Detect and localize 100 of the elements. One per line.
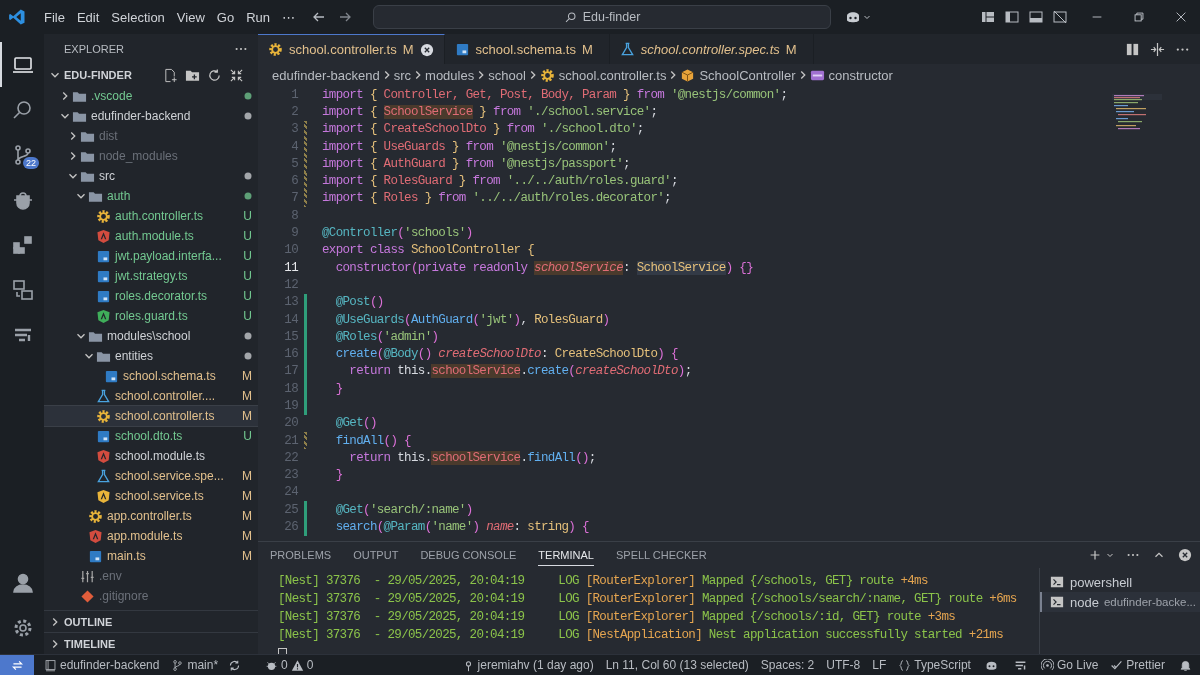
plus-icon[interactable] (1088, 548, 1102, 562)
editor-tab[interactable]: school.schema.ts M (444, 34, 610, 64)
shield-icon (96, 228, 111, 244)
tree-item[interactable]: school.service.spe... M (44, 466, 258, 486)
panel-tab[interactable]: PROBLEMS (270, 544, 332, 566)
collapse-icon[interactable] (229, 67, 244, 83)
terminal-item[interactable]: node edufinder-backe... (1040, 592, 1200, 612)
menu-item[interactable]: Go (210, 9, 241, 25)
code-line: constructor(private readonly schoolService: SchoolService) {} (334, 260, 754, 275)
tree-item[interactable]: main.ts M (44, 546, 258, 566)
line-number: 5 (290, 156, 298, 171)
tree-item[interactable]: school.schema.ts M (44, 366, 258, 386)
bell-icon[interactable] (1179, 658, 1192, 672)
tree-item[interactable]: school.service.ts M (44, 486, 258, 506)
logo-icon (8, 8, 26, 26)
branch-status[interactable]: main* (171, 658, 219, 672)
caret-icon[interactable] (1106, 551, 1114, 559)
tree-item[interactable]: roles.guard.ts U (44, 306, 258, 326)
code-line: @UseGuards(AuthGuard('jwt'), RolesGuard) (334, 312, 610, 327)
restore-icon[interactable] (1132, 10, 1146, 24)
close-icon[interactable] (419, 42, 434, 57)
braces-icon (898, 658, 912, 672)
terminal-item[interactable]: powershell (1040, 572, 1200, 592)
tree-item[interactable]: src (44, 166, 258, 186)
tree-item[interactable]: school.controller.ts M (44, 406, 258, 426)
tree-item[interactable]: auth (44, 186, 258, 206)
panel-toggle-icon[interactable] (1028, 9, 1044, 25)
refresh-icon[interactable] (207, 67, 222, 83)
blame-status[interactable]: jeremiahv (1 day ago) (461, 658, 594, 672)
line-number: 16 (283, 347, 298, 362)
tree-item[interactable]: jwt.payload.interfa... U (44, 246, 258, 266)
menu-item[interactable]: Selection (105, 9, 171, 25)
item-label: modules\school (107, 329, 192, 343)
close-icon[interactable] (1178, 548, 1192, 562)
tree-item[interactable]: modules\school (44, 326, 258, 346)
line-number: 24 (283, 485, 298, 500)
flask-icon (96, 468, 111, 484)
split-editor-icon[interactable] (1150, 41, 1165, 57)
breadcrumb-item[interactable]: constructor (809, 67, 893, 83)
compare-icon[interactable] (1125, 41, 1140, 57)
menu-item[interactable]: ⋯ (276, 9, 301, 25)
tree-item[interactable]: auth.module.ts U (44, 226, 258, 246)
sync-icon[interactable] (228, 658, 242, 672)
file-icon (96, 288, 111, 304)
problems-status[interactable]: 0 0 (265, 658, 314, 672)
tree-item[interactable]: app.controller.ts M (44, 506, 258, 526)
tree-item[interactable]: school.dto.ts U (44, 426, 258, 446)
item-label: src (99, 169, 116, 183)
panel-tab[interactable]: OUTPUT (353, 544, 399, 566)
panel-tab[interactable]: TERMINAL (538, 544, 594, 566)
breadcrumb-item[interactable]: school (488, 67, 526, 83)
item-label: school.controller.ts (115, 409, 216, 423)
line-number: 11 (283, 260, 298, 275)
prettier-status[interactable]: Prettier (1110, 658, 1165, 672)
close-icon[interactable] (1174, 10, 1188, 24)
search-field[interactable]: Edu-finder (373, 5, 831, 29)
sidebar-toggle-icon[interactable] (1004, 9, 1020, 25)
section-header[interactable]: OUTLINE (44, 610, 258, 632)
editor-tab[interactable]: school.controller.ts M (258, 34, 445, 64)
tree-item[interactable]: .vscode (44, 86, 258, 106)
status-item[interactable]: LF (872, 658, 887, 672)
item-label: node_modules (99, 149, 179, 163)
menu-item[interactable]: View (170, 9, 211, 25)
menu-item[interactable]: Run (240, 9, 276, 25)
breadcrumb-item[interactable]: school.controller.ts (539, 67, 667, 83)
language-status[interactable]: TypeScript (898, 658, 971, 672)
tree-item[interactable]: edufinder-backend (44, 106, 258, 126)
breadcrumb-item[interactable]: SchoolController (680, 67, 796, 83)
item-label: school.schema.ts (123, 369, 217, 383)
go-live-button[interactable]: Go Live (1040, 658, 1099, 672)
layout-icon[interactable] (980, 9, 996, 25)
status-item[interactable]: UTF-8 (826, 658, 861, 672)
copilot-button[interactable] (845, 9, 871, 25)
file-icon (88, 548, 103, 564)
folder-status[interactable]: edufinder-backend (44, 658, 160, 672)
breadcrumb-item[interactable]: edufinder-backend (272, 67, 380, 83)
tree-item[interactable]: entities (44, 346, 258, 366)
status-item[interactable]: Spaces: 2 (760, 658, 815, 672)
tree-item[interactable]: school.module.ts (44, 446, 258, 466)
menu-item[interactable]: Edit (70, 9, 106, 25)
breadcrumb-item[interactable]: src (393, 67, 412, 83)
breadcrumb-item[interactable]: modules (425, 67, 475, 83)
activity-item[interactable]: 22 (0, 132, 44, 177)
gear-icon (268, 42, 283, 57)
tree-item[interactable]: school.controller.... M (44, 386, 258, 406)
tree-item[interactable]: auth.controller.ts U (44, 206, 258, 226)
code-line: findAll() { (334, 433, 411, 448)
broadcast-icon (1040, 658, 1054, 672)
item-label: auth (107, 189, 132, 203)
tree-item[interactable]: jwt.strategy.ts U (44, 266, 258, 286)
panel-tab[interactable]: SPELL CHECKER (615, 544, 707, 566)
editor-tab[interactable]: school.controller.spec.ts M (609, 34, 814, 64)
remote-button[interactable] (0, 655, 34, 675)
status-item[interactable]: Ln 11, Col 60 (13 selected) (605, 658, 749, 672)
new-file-icon[interactable] (163, 67, 178, 83)
tree-item[interactable]: roles.decorator.ts U (44, 286, 258, 306)
tree-item[interactable]: app.module.ts M (44, 526, 258, 546)
panel-tab[interactable]: DEBUG CONSOLE (420, 544, 517, 566)
menu-item[interactable]: File (38, 9, 71, 25)
folder-header[interactable]: EDU-FINDER (48, 68, 132, 82)
